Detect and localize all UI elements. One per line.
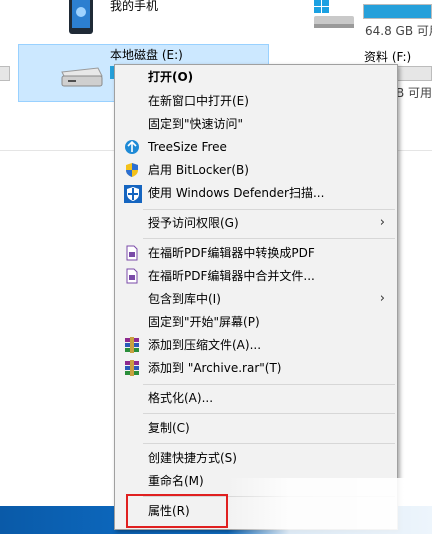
menu-item-label: 固定到"快速访问" [148, 117, 244, 131]
menu-separator [143, 238, 395, 239]
menu-item-format[interactable]: 格式化(A)... [115, 387, 397, 409]
menu-item-label: 在福昕PDF编辑器中转换成PDF [148, 246, 315, 260]
drive-f-free-space: B 可用 [396, 86, 432, 100]
menu-item-label: 使用 Windows Defender扫描... [148, 186, 325, 200]
chevron-right-icon: › [379, 291, 385, 306]
context-menu: 打开(O) 在新窗口中打开(E) 固定到"快速访问" TreeSize Free… [114, 64, 398, 530]
winrar-icon [124, 337, 140, 353]
menu-item-label: 格式化(A)... [148, 391, 214, 405]
hard-drive-icon [58, 66, 104, 90]
menu-item-add-archive[interactable]: 添加到压缩文件(A)... [115, 334, 397, 356]
menu-item-open[interactable]: 打开(O) [115, 66, 397, 88]
menu-item-label: 固定到"开始"屏幕(P) [148, 315, 260, 329]
drive-label-f[interactable]: 资料 (F:) [364, 48, 411, 65]
winrar-icon [124, 360, 140, 376]
menu-item-label: 打开(O) [148, 70, 194, 84]
foxit-pdf-icon [124, 245, 140, 261]
menu-item-label: 在福昕PDF编辑器中合并文件... [148, 269, 315, 283]
menu-item-include-in-library[interactable]: 包含到库中(I) › [115, 288, 397, 310]
foxit-pdf-icon [124, 268, 140, 284]
menu-item-label: 包含到库中(I) [148, 292, 221, 306]
system-drive-usage-bar [363, 4, 432, 19]
defender-icon [124, 185, 142, 203]
menu-item-label: 在新窗口中打开(E) [148, 94, 249, 108]
menu-item-create-shortcut[interactable]: 创建快捷方式(S) [115, 447, 397, 469]
menu-item-add-archive-rar[interactable]: 添加到 "Archive.rar"(T) [115, 357, 397, 379]
menu-item-open-new-window[interactable]: 在新窗口中打开(E) [115, 90, 397, 112]
menu-item-label: TreeSize Free [148, 140, 227, 154]
system-drive-free-space: 64.8 GB 可用 [365, 24, 432, 38]
menu-item-foxit-convert[interactable]: 在福昕PDF编辑器中转换成PDF [115, 242, 397, 264]
menu-item-label: 添加到 "Archive.rar"(T) [148, 361, 282, 375]
watermark-overlay [228, 478, 432, 534]
treesize-icon [124, 139, 140, 155]
menu-item-treesize[interactable]: TreeSize Free [115, 136, 397, 158]
menu-item-defender-scan[interactable]: 使用 Windows Defender扫描... [115, 182, 397, 204]
menu-item-foxit-merge[interactable]: 在福昕PDF编辑器中合并文件... [115, 265, 397, 287]
menu-separator [143, 413, 395, 414]
shield-icon [124, 162, 140, 178]
system-drive-icon[interactable] [312, 0, 358, 32]
menu-separator [143, 443, 395, 444]
menu-item-label: 创建快捷方式(S) [148, 451, 237, 465]
menu-item-bitlocker[interactable]: 启用 BitLocker(B) [115, 159, 397, 181]
chevron-right-icon: › [379, 215, 385, 230]
drive-label-e[interactable]: 本地磁盘 (E:) [110, 46, 183, 63]
menu-item-label: 添加到压缩文件(A)... [148, 338, 262, 352]
menu-item-label: 启用 BitLocker(B) [148, 163, 249, 177]
menu-item-copy[interactable]: 复制(C) [115, 417, 397, 439]
drive-label-phone[interactable]: 我的手机 [110, 0, 158, 14]
menu-item-grant-access[interactable]: 授予访问权限(G) › [115, 212, 397, 234]
menu-item-label: 授予访问权限(G) [148, 216, 239, 230]
phone-device-icon[interactable] [66, 0, 96, 36]
partial-usage-bar [0, 66, 10, 81]
menu-separator [143, 209, 395, 210]
menu-item-pin-quick-access[interactable]: 固定到"快速访问" [115, 113, 397, 135]
menu-separator [143, 384, 395, 385]
menu-item-pin-start[interactable]: 固定到"开始"屏幕(P) [115, 311, 397, 333]
properties-highlight-box [126, 494, 228, 528]
menu-item-label: 复制(C) [148, 421, 190, 435]
menu-item-label: 重命名(M) [148, 474, 204, 488]
